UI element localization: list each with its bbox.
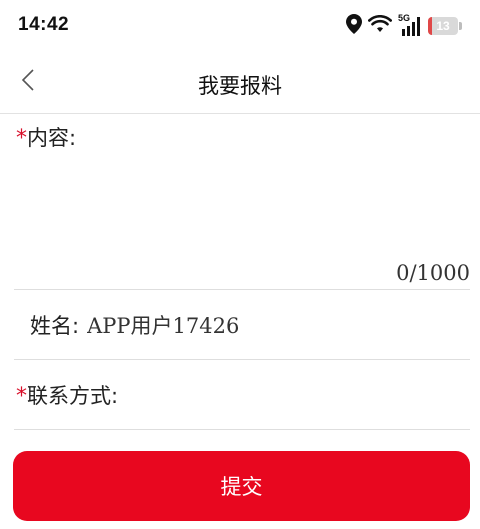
submit-button[interactable]: 提交 bbox=[13, 451, 470, 521]
nav-bar: 我要报料 bbox=[0, 52, 480, 114]
char-counter: 0/1000 bbox=[396, 261, 470, 285]
status-icons: 5G 13 bbox=[346, 13, 462, 38]
contact-label-row: * 联系方式: bbox=[16, 380, 118, 410]
name-label: 姓名: bbox=[30, 313, 80, 338]
battery-percent: 13 bbox=[436, 19, 450, 33]
battery-icon: 13 bbox=[428, 17, 458, 35]
required-mark: * bbox=[16, 126, 27, 151]
contact-field[interactable]: * 联系方式: bbox=[14, 360, 470, 430]
page-title: 我要报料 bbox=[198, 74, 282, 98]
required-mark: * bbox=[16, 383, 27, 409]
name-value[interactable]: APP用户17426 bbox=[87, 310, 239, 340]
name-field[interactable]: 姓名: APP用户17426 bbox=[14, 290, 470, 360]
contact-input[interactable] bbox=[124, 374, 470, 415]
status-time: 14:42 bbox=[18, 14, 70, 35]
location-pin-icon bbox=[346, 14, 362, 38]
cellular-signal-icon: 5G bbox=[398, 13, 422, 37]
contact-label: 联系方式: bbox=[27, 383, 119, 408]
content-textarea[interactable] bbox=[14, 158, 470, 258]
content-label: 内容: bbox=[27, 126, 77, 150]
battery-level-fill bbox=[428, 17, 432, 35]
battery-cap bbox=[459, 22, 462, 30]
status-bar: 14:42 5G 13 bbox=[0, 0, 480, 52]
content-field: * 内容: 0/1000 bbox=[14, 118, 470, 290]
wifi-icon bbox=[368, 14, 392, 37]
content-label-row: * 内容: bbox=[16, 122, 76, 152]
